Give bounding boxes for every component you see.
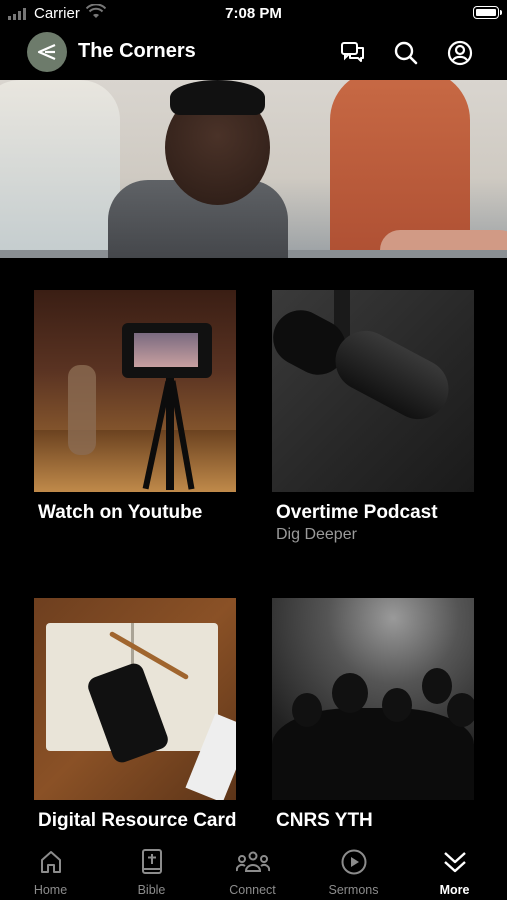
tab-label: Home xyxy=(33,883,68,897)
connect-icon xyxy=(235,851,270,872)
card-title: Digital Resource Card xyxy=(38,810,237,831)
tab-label: Connect xyxy=(229,883,276,897)
card-image xyxy=(34,290,236,492)
card-subtitle: Dig Deeper xyxy=(276,526,357,543)
home-icon xyxy=(40,851,61,873)
hero-image xyxy=(0,80,507,258)
page-title: The Corners xyxy=(78,40,196,62)
user-icon xyxy=(447,40,473,66)
card-cnrs-yth[interactable]: CNRS YTH xyxy=(272,598,474,831)
card-image xyxy=(272,598,474,800)
card-title: CNRS YTH xyxy=(276,810,373,831)
tab-label: Bible xyxy=(137,883,166,897)
app-header: The Corners xyxy=(0,28,507,80)
card-digital-resource[interactable]: Digital Resource Card xyxy=(34,598,237,831)
clock: 7:08 PM xyxy=(225,5,282,22)
card-image xyxy=(272,290,474,492)
status-bar: Carrier 7:08 PM xyxy=(0,0,507,28)
card-title: Watch on Youtube xyxy=(38,502,203,523)
play-icon xyxy=(341,849,366,875)
card-image xyxy=(34,598,236,800)
chat-icon xyxy=(341,42,364,62)
messages-button[interactable] xyxy=(338,38,368,68)
card-overtime-podcast[interactable]: Overtime Podcast Dig Deeper xyxy=(272,290,474,543)
chevrons-down-icon xyxy=(443,852,466,873)
bible-icon xyxy=(141,849,162,874)
card-title: Overtime Podcast xyxy=(276,502,438,523)
tab-bible[interactable]: Bible xyxy=(101,840,202,900)
battery-icon xyxy=(473,6,502,19)
tab-label: More xyxy=(439,883,470,897)
search-icon xyxy=(394,41,418,65)
tab-more[interactable]: More xyxy=(404,840,505,900)
logo-mark-icon xyxy=(37,43,56,61)
tab-bar: Home Bible Connect Sermons More xyxy=(0,840,507,900)
profile-button[interactable] xyxy=(445,38,475,68)
tab-sermons[interactable]: Sermons xyxy=(303,840,404,900)
tab-label: Sermons xyxy=(328,883,379,897)
search-button[interactable] xyxy=(391,38,421,68)
tab-connect[interactable]: Connect xyxy=(202,840,303,900)
tab-home[interactable]: Home xyxy=(0,840,101,900)
app-logo[interactable] xyxy=(27,32,67,72)
card-watch-youtube[interactable]: Watch on Youtube xyxy=(34,290,236,523)
